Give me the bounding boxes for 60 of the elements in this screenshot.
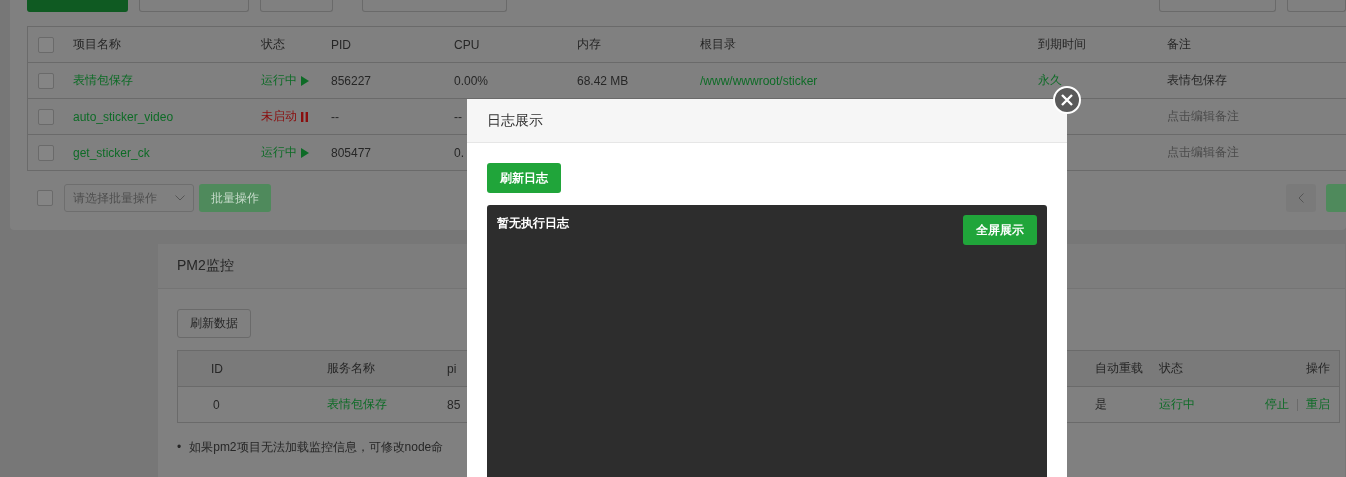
checkbox[interactable]: [37, 190, 53, 206]
column-header: PID: [331, 37, 352, 52]
column-header: 根目录: [700, 36, 737, 53]
status-label[interactable]: 未启动: [261, 108, 331, 125]
refresh-log-button[interactable]: 刷新日志: [487, 163, 561, 193]
bullet: •: [177, 439, 182, 455]
column-header: ID: [210, 361, 224, 376]
action-link[interactable]: 停止: [1265, 396, 1289, 413]
table-cell-text: 85: [446, 397, 462, 412]
column-header: 项目名称: [73, 36, 122, 53]
column-header: 内存: [577, 36, 602, 53]
project-name-link[interactable]: auto_sticker_video: [73, 109, 174, 124]
table-cell: 0.00%: [454, 73, 489, 88]
chevron-left-icon: [1298, 193, 1304, 203]
prev-page-button[interactable]: [1286, 184, 1316, 212]
table-cell-text: 表情包保存: [327, 396, 388, 413]
table-cell-text: 是: [1094, 396, 1108, 413]
column-header: 操作: [1305, 360, 1331, 377]
column-header: 服务名称: [327, 360, 376, 377]
table-cell: 805477: [331, 145, 372, 160]
checkbox[interactable]: [38, 36, 54, 53]
action-link[interactable]: 重启: [1306, 396, 1330, 413]
status-label[interactable]: 运行中: [261, 144, 331, 161]
refresh-button[interactable]: 刷新数据: [177, 309, 251, 338]
log-text: 暂无执行日志: [497, 215, 569, 232]
column-header: pi: [446, 361, 458, 376]
remark-cell[interactable]: 表情包保存: [1167, 72, 1227, 89]
checkbox[interactable]: [38, 108, 54, 125]
table-cell: 856227: [331, 73, 372, 88]
play-icon: [301, 147, 309, 158]
column-header: 状态: [261, 36, 286, 53]
table-cell: 0.: [454, 145, 464, 160]
expiry-cell: 永久: [1038, 72, 1062, 89]
status-label[interactable]: 运行中: [261, 72, 331, 89]
column-header: 到期时间: [1038, 36, 1087, 53]
panel-title: PM2监控: [177, 257, 234, 275]
table-cell-text: 运行中: [1158, 396, 1196, 413]
table-cell: --: [331, 109, 339, 124]
column-header: 备注: [1167, 36, 1192, 53]
toolbar-button[interactable]: [27, 0, 129, 12]
note-text: 如果pm2项目无法加载监控信息，可修改node命: [189, 439, 444, 455]
pause-icon: [301, 111, 308, 122]
column-header: 状态: [1158, 360, 1184, 377]
table-cell: 68.42 MB: [577, 73, 629, 88]
chevron-down-icon: [175, 195, 185, 201]
table-cell-text: 0: [212, 397, 221, 412]
fullscreen-button[interactable]: 全屏展示: [963, 215, 1037, 245]
play-icon: [301, 75, 309, 86]
checkbox[interactable]: [38, 72, 54, 89]
column-header: 自动重载: [1094, 360, 1144, 377]
batch-button[interactable]: 批量操作: [199, 184, 271, 212]
column-header: CPU: [454, 37, 481, 52]
checkbox[interactable]: [38, 144, 54, 161]
page-button[interactable]: [1326, 184, 1346, 212]
close-icon: [1061, 94, 1073, 106]
project-name-link[interactable]: 表情包保存: [73, 72, 133, 89]
path-link[interactable]: /www/wwwroot/sticker: [700, 73, 818, 88]
project-name-link[interactable]: get_sticker_ck: [73, 145, 150, 160]
dialog-title: 日志展示: [487, 111, 543, 130]
table-cell: --: [454, 109, 462, 124]
